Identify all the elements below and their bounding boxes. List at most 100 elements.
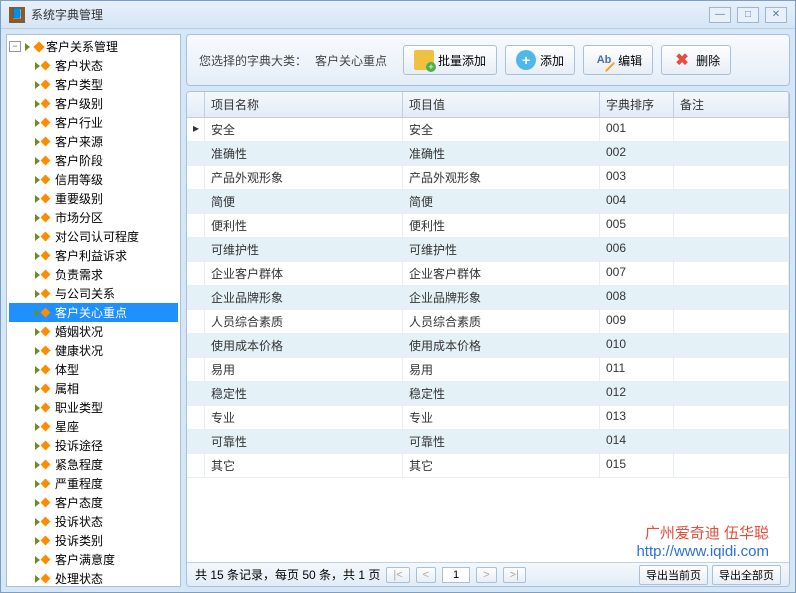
header-name[interactable]: 项目名称 <box>205 92 403 117</box>
triangle-icon <box>35 556 40 564</box>
tree-item[interactable]: 投诉途径 <box>9 436 178 455</box>
cell-remark <box>674 430 789 453</box>
cell-remark <box>674 454 789 477</box>
tree-item[interactable]: 职业类型 <box>9 398 178 417</box>
triangle-icon <box>35 442 40 450</box>
tree-root[interactable]: − 客户关系管理 <box>9 37 178 56</box>
diamond-icon <box>41 308 51 318</box>
tree-item[interactable]: 市场分区 <box>9 208 178 227</box>
table-row[interactable]: 专业专业013 <box>187 406 789 430</box>
triangle-icon <box>35 461 40 469</box>
cell-remark <box>674 214 789 237</box>
triangle-icon <box>35 499 40 507</box>
table-row[interactable]: 准确性准确性002 <box>187 142 789 166</box>
maximize-button[interactable]: □ <box>737 7 759 23</box>
triangle-icon <box>35 309 40 317</box>
tree-panel[interactable]: − 客户关系管理 客户状态客户类型客户级别客户行业客户来源客户阶段信用等级重要级… <box>6 34 181 587</box>
diamond-icon <box>41 422 51 432</box>
tree-item[interactable]: 客户关心重点 <box>9 303 178 322</box>
tree-item[interactable]: 负责需求 <box>9 265 178 284</box>
tree-item[interactable]: 客户级别 <box>9 94 178 113</box>
tree-item[interactable]: 客户阶段 <box>9 151 178 170</box>
cell-remark <box>674 406 789 429</box>
row-indicator <box>187 358 205 381</box>
diamond-icon <box>41 61 51 71</box>
cell-name: 易用 <box>205 358 403 381</box>
grid-body[interactable]: ▸安全安全001准确性准确性002产品外观形象产品外观形象003简便简便004便… <box>187 118 789 562</box>
tree-item[interactable]: 投诉类别 <box>9 531 178 550</box>
cell-remark <box>674 238 789 261</box>
next-page-button[interactable]: > <box>476 567 496 583</box>
batch-add-button[interactable]: 批量添加 <box>403 45 497 75</box>
export-all-button[interactable]: 导出全部页 <box>712 565 781 585</box>
add-button[interactable]: + 添加 <box>505 45 575 75</box>
tree-item[interactable]: 婚姻状况 <box>9 322 178 341</box>
diamond-icon <box>41 365 51 375</box>
tree-item[interactable]: 体型 <box>9 360 178 379</box>
tree-item[interactable]: 客户利益诉求 <box>9 246 178 265</box>
tree-item[interactable]: 客户态度 <box>9 493 178 512</box>
tree-item[interactable]: 客户类型 <box>9 75 178 94</box>
row-indicator <box>187 286 205 309</box>
table-row[interactable]: 可靠性可靠性014 <box>187 430 789 454</box>
table-row[interactable]: 人员综合素质人员综合素质009 <box>187 310 789 334</box>
tree-item[interactable]: 对公司认可程度 <box>9 227 178 246</box>
header-sort[interactable]: 字典排序 <box>600 92 674 117</box>
last-page-button[interactable]: >| <box>503 567 526 583</box>
cell-remark <box>674 334 789 357</box>
tree-item-label: 客户状态 <box>53 57 105 74</box>
tree-item[interactable]: 严重程度 <box>9 474 178 493</box>
tree-item[interactable]: 健康状况 <box>9 341 178 360</box>
table-row[interactable]: 易用易用011 <box>187 358 789 382</box>
cell-sort: 001 <box>600 118 674 141</box>
page-input[interactable] <box>442 567 470 583</box>
table-row[interactable]: 稳定性稳定性012 <box>187 382 789 406</box>
table-row[interactable]: 产品外观形象产品外观形象003 <box>187 166 789 190</box>
table-row[interactable]: ▸安全安全001 <box>187 118 789 142</box>
tree-item[interactable]: 信用等级 <box>9 170 178 189</box>
tree-item[interactable]: 属相 <box>9 379 178 398</box>
tree-item[interactable]: 重要级别 <box>9 189 178 208</box>
table-row[interactable]: 使用成本价格使用成本价格010 <box>187 334 789 358</box>
tree-item[interactable]: 与公司关系 <box>9 284 178 303</box>
prev-page-button[interactable]: < <box>416 567 436 583</box>
header-value[interactable]: 项目值 <box>403 92 600 117</box>
tree-item[interactable]: 客户满意度 <box>9 550 178 569</box>
tree-item-label: 信用等级 <box>53 171 105 188</box>
collapse-icon[interactable]: − <box>9 41 21 52</box>
table-row[interactable]: 便利性便利性005 <box>187 214 789 238</box>
tree-item[interactable]: 紧急程度 <box>9 455 178 474</box>
delete-label: 删除 <box>696 52 720 69</box>
edit-button[interactable]: 编辑 <box>583 45 653 75</box>
triangle-icon <box>35 404 40 412</box>
triangle-icon <box>25 43 30 51</box>
tree-item[interactable]: 星座 <box>9 417 178 436</box>
triangle-icon <box>35 100 40 108</box>
table-row[interactable]: 简便简便004 <box>187 190 789 214</box>
delete-button[interactable]: ✖ 删除 <box>661 45 731 75</box>
table-row[interactable]: 可维护性可维护性006 <box>187 238 789 262</box>
header-remark[interactable]: 备注 <box>674 92 789 117</box>
tree-item-label: 体型 <box>53 361 81 378</box>
minimize-button[interactable]: — <box>709 7 731 23</box>
table-row[interactable]: 企业品牌形象企业品牌形象008 <box>187 286 789 310</box>
tree-item[interactable]: 处理状态 <box>9 569 178 587</box>
tree-item[interactable]: 客户状态 <box>9 56 178 75</box>
first-page-button[interactable]: |< <box>386 567 409 583</box>
row-indicator <box>187 214 205 237</box>
export-page-button[interactable]: 导出当前页 <box>639 565 708 585</box>
table-row[interactable]: 其它其它015 <box>187 454 789 478</box>
cell-name: 准确性 <box>205 142 403 165</box>
triangle-icon <box>35 119 40 127</box>
footer-summary: 共 15 条记录，每页 50 条，共 1 页 <box>195 566 380 583</box>
tree-item[interactable]: 客户行业 <box>9 113 178 132</box>
tree-item[interactable]: 客户来源 <box>9 132 178 151</box>
diamond-icon <box>41 479 51 489</box>
diamond-icon <box>41 270 51 280</box>
diamond-icon <box>41 289 51 299</box>
table-row[interactable]: 企业客户群体企业客户群体007 <box>187 262 789 286</box>
tree-item[interactable]: 投诉状态 <box>9 512 178 531</box>
triangle-icon <box>35 480 40 488</box>
close-button[interactable]: ✕ <box>765 7 787 23</box>
grid-header: 项目名称 项目值 字典排序 备注 <box>187 92 789 118</box>
